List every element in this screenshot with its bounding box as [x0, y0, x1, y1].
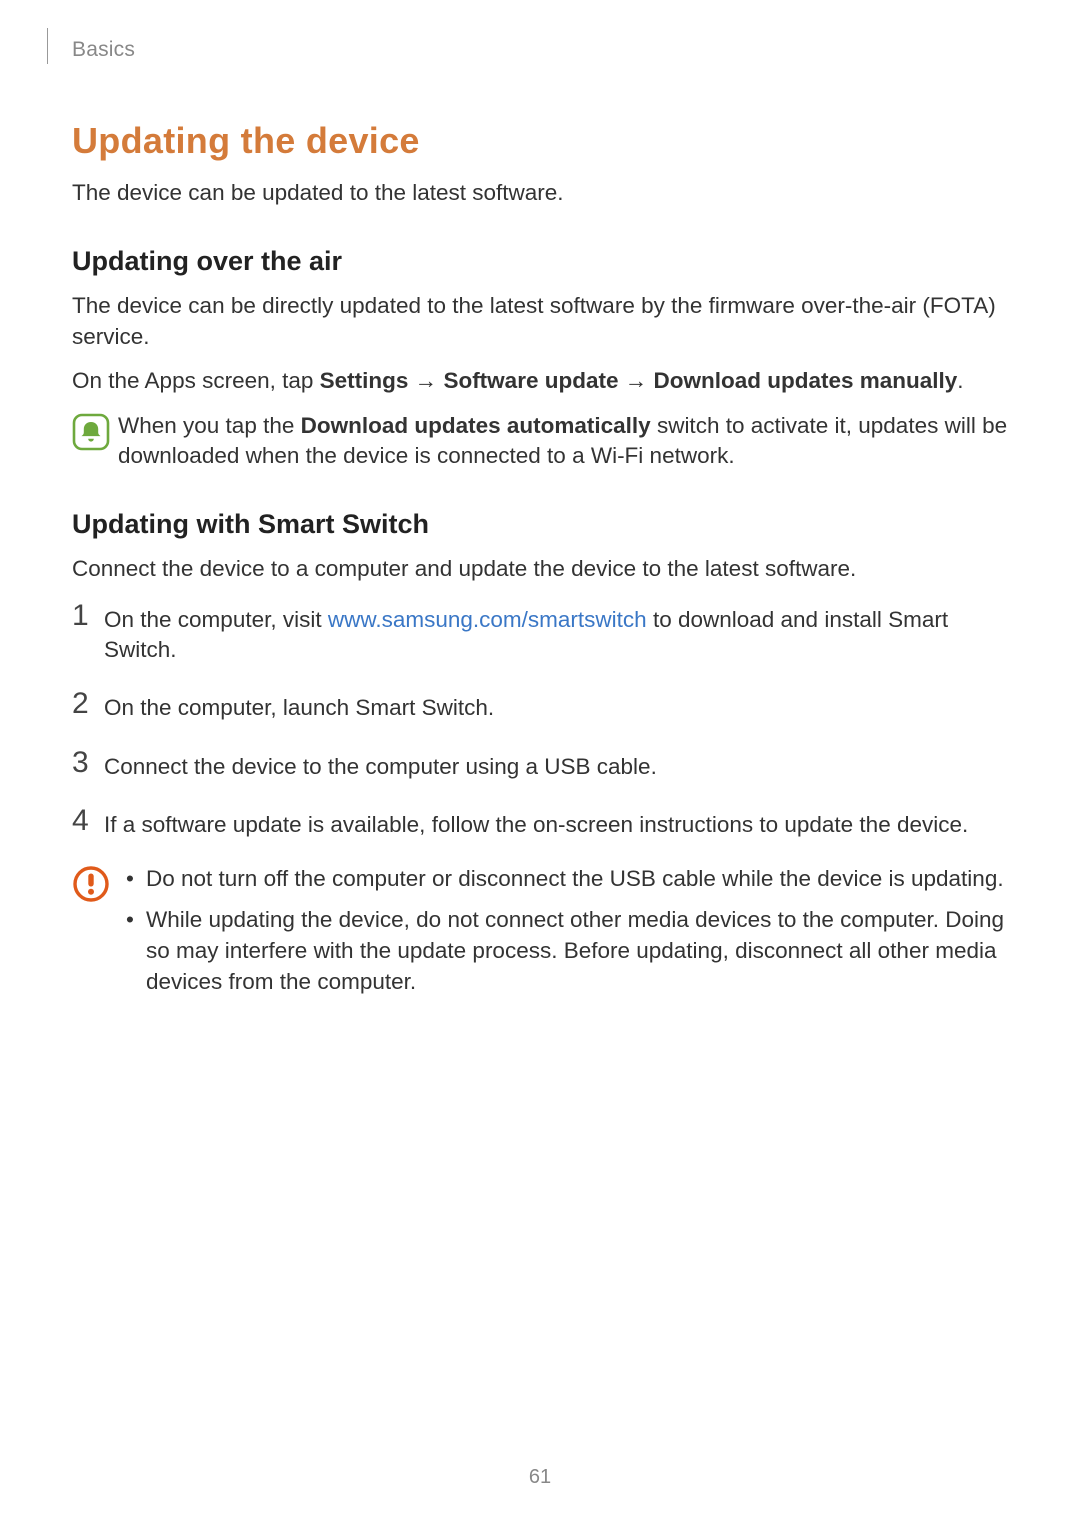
caution-item: • Do not turn off the computer or discon… — [122, 863, 1008, 894]
smartswitch-link[interactable]: www.samsung.com/smartswitch — [328, 607, 647, 632]
bold-software-update: Software update — [443, 368, 618, 393]
section-heading-ota: Updating over the air — [72, 246, 1008, 277]
caution-list: • Do not turn off the computer or discon… — [122, 863, 1008, 1007]
step-row: 3 Connect the device to the computer usi… — [72, 748, 1008, 782]
text-fragment: On the Apps screen, tap — [72, 368, 320, 393]
step-text: If a software update is available, follo… — [104, 806, 968, 840]
step-row: 1 On the computer, visit www.samsung.com… — [72, 601, 1008, 666]
arrow-glyph: → — [408, 368, 443, 393]
text-fragment: When you tap the — [118, 413, 301, 438]
step-number: 4 — [72, 806, 104, 836]
step-number: 3 — [72, 748, 104, 778]
section-heading-smart-switch: Updating with Smart Switch — [72, 509, 1008, 540]
caution-block: • Do not turn off the computer or discon… — [72, 863, 1008, 1007]
caution-exclamation-icon — [72, 865, 110, 903]
bold-download-manually: Download updates manually — [653, 368, 957, 393]
note-bell-icon — [72, 413, 110, 451]
step-text: On the computer, launch Smart Switch. — [104, 689, 494, 723]
arrow-glyph: → — [618, 368, 653, 393]
bullet-glyph: • — [122, 904, 146, 997]
note-block: When you tap the Download updates automa… — [72, 411, 1008, 472]
step-text: Connect the device to the computer using… — [104, 748, 657, 782]
note-text: When you tap the Download updates automa… — [118, 411, 1008, 472]
step-text: On the computer, visit www.samsung.com/s… — [104, 601, 1008, 666]
step-row: 2 On the computer, launch Smart Switch. — [72, 689, 1008, 723]
breadcrumb: Basics — [72, 38, 1008, 62]
caution-text: While updating the device, do not connec… — [146, 904, 1008, 997]
step-number: 1 — [72, 601, 104, 631]
bold-download-auto: Download updates automatically — [301, 413, 651, 438]
step-row: 4 If a software update is available, fol… — [72, 806, 1008, 840]
step-number: 2 — [72, 689, 104, 719]
text-fragment: On the computer, visit — [104, 607, 328, 632]
text-fragment: . — [957, 368, 963, 393]
smart-paragraph-1: Connect the device to a computer and upd… — [72, 554, 1008, 584]
caution-text: Do not turn off the computer or disconne… — [146, 863, 1008, 894]
caution-item: • While updating the device, do not conn… — [122, 904, 1008, 997]
bullet-glyph: • — [122, 863, 146, 894]
bold-settings: Settings — [320, 368, 409, 393]
steps-list: 1 On the computer, visit www.samsung.com… — [72, 601, 1008, 841]
header-rule — [47, 28, 48, 64]
ota-paragraph-1: The device can be directly updated to th… — [72, 291, 1008, 352]
intro-text: The device can be updated to the latest … — [72, 178, 1008, 208]
page-number: 61 — [0, 1466, 1080, 1489]
ota-paragraph-2: On the Apps screen, tap Settings → Softw… — [72, 366, 1008, 396]
page-title: Updating the device — [72, 120, 1008, 162]
